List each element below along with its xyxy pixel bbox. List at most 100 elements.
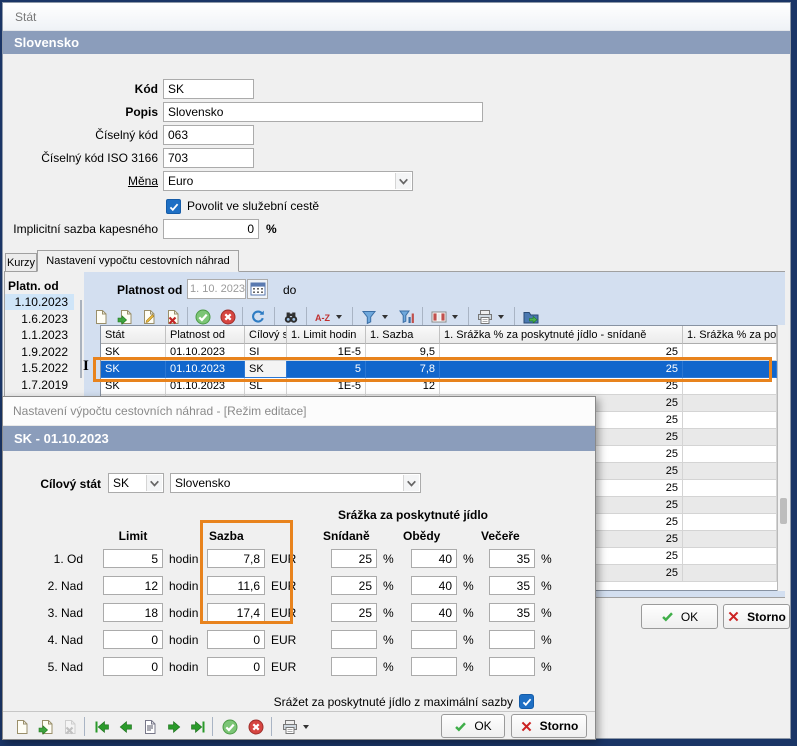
limit-field[interactable]: 12 (103, 576, 163, 595)
limit-field[interactable]: 0 (103, 657, 163, 676)
iso-kod-field[interactable]: 703 (163, 148, 254, 168)
snidane-field[interactable]: 25 (331, 549, 377, 568)
dialog-copy-button[interactable] (35, 716, 56, 737)
filter-dropdown-arrow[interactable] (380, 306, 390, 327)
kod-field[interactable]: SK (163, 79, 254, 99)
column-header[interactable]: Cílový stat (245, 326, 287, 344)
refresh-button[interactable] (247, 306, 268, 327)
list-item-date[interactable]: 1.1.2023 (5, 327, 74, 343)
table-scrollbar[interactable] (777, 325, 788, 591)
list-item-date[interactable]: 1.7.2019 (5, 377, 74, 393)
snidane-field[interactable] (331, 657, 377, 676)
vecere-field[interactable] (489, 630, 535, 649)
obedy-field[interactable]: 40 (411, 549, 457, 568)
ciselny-kod-label: Číselný kód (0, 125, 158, 145)
check-icon (168, 201, 180, 213)
snidane-field[interactable] (331, 630, 377, 649)
edit-record-button[interactable] (138, 306, 159, 327)
filter-button[interactable] (358, 306, 379, 327)
column-header[interactable]: 1. Sazba (366, 326, 440, 344)
columns-dropdown-arrow[interactable] (450, 306, 460, 327)
platnost-od-filter-input[interactable]: 1. 10. 2023 (187, 279, 246, 299)
cilovy-code-dropdown-button[interactable] (146, 475, 162, 491)
calendar-button[interactable] (247, 279, 268, 299)
print-button[interactable] (474, 306, 495, 327)
dialog-accept-button[interactable] (219, 716, 240, 737)
column-header[interactable]: 1. Srážka % za pos (683, 326, 777, 344)
obedy-field[interactable] (411, 630, 457, 649)
obedy-field[interactable] (411, 657, 457, 676)
vecere-field[interactable] (489, 657, 535, 676)
search-button[interactable] (280, 306, 301, 327)
dialog-new-button[interactable] (11, 716, 32, 737)
cancel-circle-icon (220, 309, 236, 325)
popis-field[interactable]: Slovensko (163, 102, 483, 122)
dialog-print-button[interactable] (279, 716, 300, 737)
dialog-titlebar[interactable]: Nastavení výpočtu cestovních náhrad - [R… (3, 397, 595, 426)
snidane-field[interactable]: 25 (331, 576, 377, 595)
table-scrollbar-thumb[interactable] (780, 498, 787, 524)
vecere-field[interactable]: 35 (489, 549, 535, 568)
last-record-icon (190, 719, 206, 735)
column-header[interactable]: 1. Limit hodin (287, 326, 366, 344)
sazba-field[interactable]: 0 (207, 657, 265, 676)
column-header[interactable]: Platnost od (166, 326, 245, 344)
cilovy-name-dropdown-button[interactable] (403, 475, 419, 491)
accept-button[interactable] (192, 306, 213, 327)
iso-kod-value: 703 (168, 151, 188, 165)
obedy-field[interactable]: 40 (411, 603, 457, 622)
column-header[interactable]: 1. Srážka % za poskytnuté jídlo - snídan… (440, 326, 683, 344)
vecere-field[interactable]: 35 (489, 576, 535, 595)
storno-button[interactable]: Storno (723, 604, 790, 629)
filter-stats-button[interactable] (396, 306, 417, 327)
copy-record-button[interactable] (114, 306, 135, 327)
vecere-field[interactable]: 35 (489, 603, 535, 622)
mena-dropdown-button[interactable] (395, 173, 411, 189)
snidane-field[interactable]: 25 (331, 603, 377, 622)
sazba-field[interactable]: 0 (207, 630, 265, 649)
copy-document-icon (117, 309, 133, 325)
dialog-delete-button[interactable] (59, 716, 80, 737)
list-item-date[interactable]: 1.5.2022 (5, 360, 74, 376)
print-dropdown-arrow[interactable] (496, 306, 506, 327)
record-list-button[interactable] (139, 716, 160, 737)
limit-field[interactable]: 5 (103, 549, 163, 568)
list-item-date[interactable]: 1.10.2023 (5, 294, 74, 310)
vecere-value: 35 (517, 552, 530, 566)
obedy-field[interactable]: 40 (411, 576, 457, 595)
previous-record-button[interactable] (115, 716, 136, 737)
row-label: 2. Nad (13, 577, 83, 595)
list-item-date[interactable]: 1.6.2023 (5, 311, 74, 327)
list-scrollbar[interactable] (80, 300, 82, 378)
cilovy-stat-code-combobox[interactable]: SK (108, 473, 164, 493)
delete-record-button[interactable] (162, 306, 183, 327)
dialog-ok-button[interactable]: OK (441, 714, 505, 738)
sort-button[interactable]: A-Z (312, 306, 333, 327)
tab-nastaveni[interactable]: Nastavení vypočtu cestovních náhrad (37, 250, 239, 272)
povolit-checkbox[interactable] (166, 199, 181, 214)
sort-dropdown-arrow[interactable] (334, 306, 344, 327)
next-record-button[interactable] (163, 716, 184, 737)
ciselny-kod-field[interactable]: 063 (163, 125, 254, 145)
dialog-storno-button[interactable]: Storno (511, 714, 587, 738)
list-item-date[interactable]: 1.9.2022 (5, 344, 74, 360)
tab-kurzy[interactable]: Kurzy (5, 253, 37, 272)
mena-combobox[interactable]: Euro (163, 171, 413, 191)
main-window-titlebar[interactable]: Stát (3, 3, 790, 31)
ok-button[interactable]: OK (641, 604, 718, 629)
first-record-button[interactable] (91, 716, 112, 737)
limit-field[interactable]: 0 (103, 630, 163, 649)
limit-field[interactable]: 18 (103, 603, 163, 622)
print-dropdown-arrow[interactable] (301, 716, 311, 737)
cancel-button[interactable] (217, 306, 238, 327)
columns-button[interactable] (428, 306, 449, 327)
dialog-cancel-button[interactable] (245, 716, 266, 737)
last-record-button[interactable] (187, 716, 208, 737)
column-header[interactable]: Stát (101, 326, 166, 344)
export-button[interactable] (520, 306, 541, 327)
cilovy-stat-name-combobox[interactable]: Slovensko (170, 473, 421, 493)
new-record-button[interactable] (90, 306, 111, 327)
srazet-checkbox[interactable] (519, 694, 534, 709)
mena-label[interactable]: Měna (0, 171, 158, 191)
implicitni-field[interactable]: 0 (163, 219, 259, 239)
